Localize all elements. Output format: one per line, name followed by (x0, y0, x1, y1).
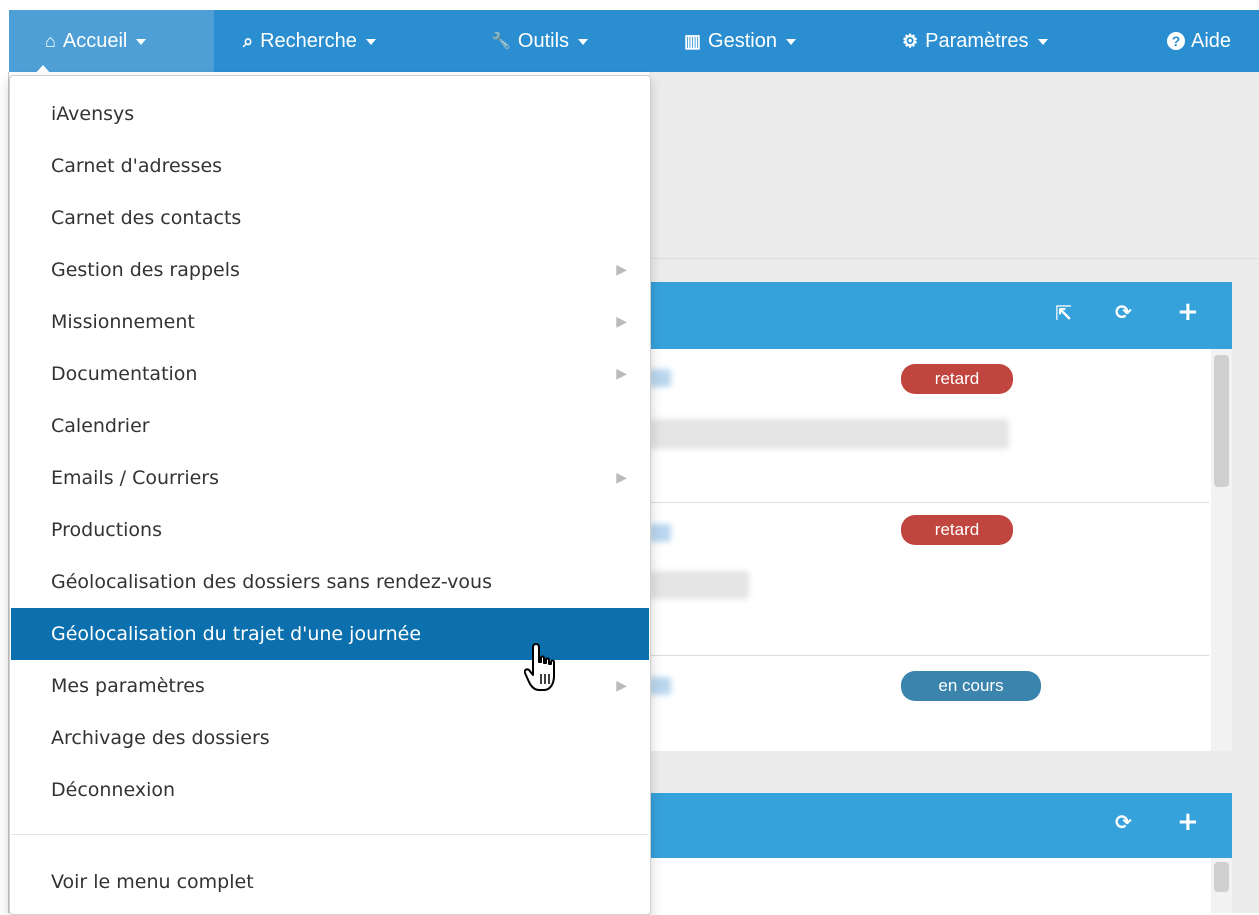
redacted-link[interactable] (649, 677, 671, 695)
gears-icon: ⚙ (902, 30, 919, 51)
menu-item-missionnement[interactable]: Missionnement ▶ (11, 296, 649, 348)
status-badge: en cours (901, 671, 1041, 701)
hand-pointer-cursor-icon (524, 643, 555, 691)
menu-item-productions[interactable]: Productions (11, 504, 649, 556)
redacted-text (649, 571, 749, 599)
nav-label: Gestion (708, 29, 777, 52)
menu-item-voir-menu-complet[interactable]: Voir le menu complet (11, 856, 649, 908)
nav-label: Recherche (260, 29, 357, 52)
redacted-text (649, 419, 1009, 449)
home-icon: ⌂ (45, 30, 56, 51)
menu-item-iavensys[interactable]: iAvensys (11, 88, 649, 140)
nav-gestion[interactable]: ▥ Gestion (684, 10, 796, 72)
menu-item-deconnexion[interactable]: Déconnexion (11, 764, 649, 816)
wrench-icon: 🔧 (491, 33, 511, 50)
chevron-right-icon: ▶ (616, 262, 627, 278)
accueil-dropdown-menu: iAvensys Carnet d'adresses Carnet des co… (9, 75, 651, 915)
share-icon[interactable]: ⇱ (1055, 301, 1072, 325)
nav-label: Outils (517, 29, 570, 52)
plus-icon[interactable]: + (1177, 297, 1199, 327)
nav-outils[interactable]: 🔧 Outils (491, 10, 589, 72)
dropdown-arrow (34, 65, 52, 75)
nav-parametres[interactable]: ⚙ Paramètres (902, 10, 1048, 72)
status-badge: retard (901, 364, 1013, 394)
menu-item-carnet-contacts[interactable]: Carnet des contacts (11, 192, 649, 244)
panel-header: ⟳ + (649, 793, 1232, 858)
refresh-icon[interactable]: ⟳ (1115, 810, 1132, 834)
caret-down-icon (136, 39, 147, 45)
scrollbar-thumb[interactable] (1214, 355, 1229, 487)
chevron-right-icon: ▶ (616, 470, 627, 486)
menu-item-emails-courriers[interactable]: Emails / Courriers ▶ (11, 452, 649, 504)
caret-down-icon (365, 39, 376, 45)
nav-recherche[interactable]: ⌕ Recherche (243, 10, 376, 72)
chevron-right-icon: ▶ (616, 314, 627, 330)
caret-down-icon (785, 39, 796, 45)
panel-body (649, 858, 1232, 913)
nav-aide[interactable]: ? Aide (1167, 10, 1231, 72)
caret-down-icon (578, 39, 589, 45)
panel-body: retard retard en cours (649, 349, 1232, 751)
scrollbar[interactable] (1211, 349, 1232, 751)
search-icon: ⌕ (243, 30, 254, 51)
menu-item-carnet-adresses[interactable]: Carnet d'adresses (11, 140, 649, 192)
page-divider (649, 258, 1259, 259)
row-divider (649, 502, 1209, 503)
menu-item-calendrier[interactable]: Calendrier (11, 400, 649, 452)
nav-accueil[interactable]: ⌂ Accueil (9, 10, 214, 72)
menu-item-archivage[interactable]: Archivage des dossiers (11, 712, 649, 764)
row-divider (649, 655, 1209, 656)
question-circle-icon: ? (1167, 32, 1185, 50)
redacted-link[interactable] (649, 369, 671, 387)
chevron-right-icon: ▶ (616, 366, 627, 382)
caret-down-icon (1037, 39, 1048, 45)
menu-item-documentation[interactable]: Documentation ▶ (11, 348, 649, 400)
plus-icon[interactable]: + (1177, 807, 1199, 837)
menu-divider (11, 834, 649, 835)
scrollbar[interactable] (1211, 858, 1232, 913)
status-badge: retard (901, 515, 1013, 545)
refresh-icon[interactable]: ⟳ (1115, 300, 1132, 324)
redacted-link[interactable] (649, 524, 671, 542)
bar-chart-icon: ▥ (684, 30, 702, 51)
nav-label: Paramètres (925, 29, 1029, 52)
top-navbar: ⌂ Accueil ⌕ Recherche 🔧 Outils ▥ Gestion… (9, 10, 1259, 72)
menu-item-gestion-rappels[interactable]: Gestion des rappels ▶ (11, 244, 649, 296)
chevron-right-icon: ▶ (616, 678, 627, 694)
scrollbar-thumb[interactable] (1214, 862, 1229, 892)
menu-item-geoloc-dossiers[interactable]: Géolocalisation des dossiers sans rendez… (11, 556, 649, 608)
nav-label: Accueil (62, 29, 128, 52)
nav-label: Aide (1191, 29, 1232, 52)
panel-header: ⇱ ⟳ + (649, 282, 1232, 349)
